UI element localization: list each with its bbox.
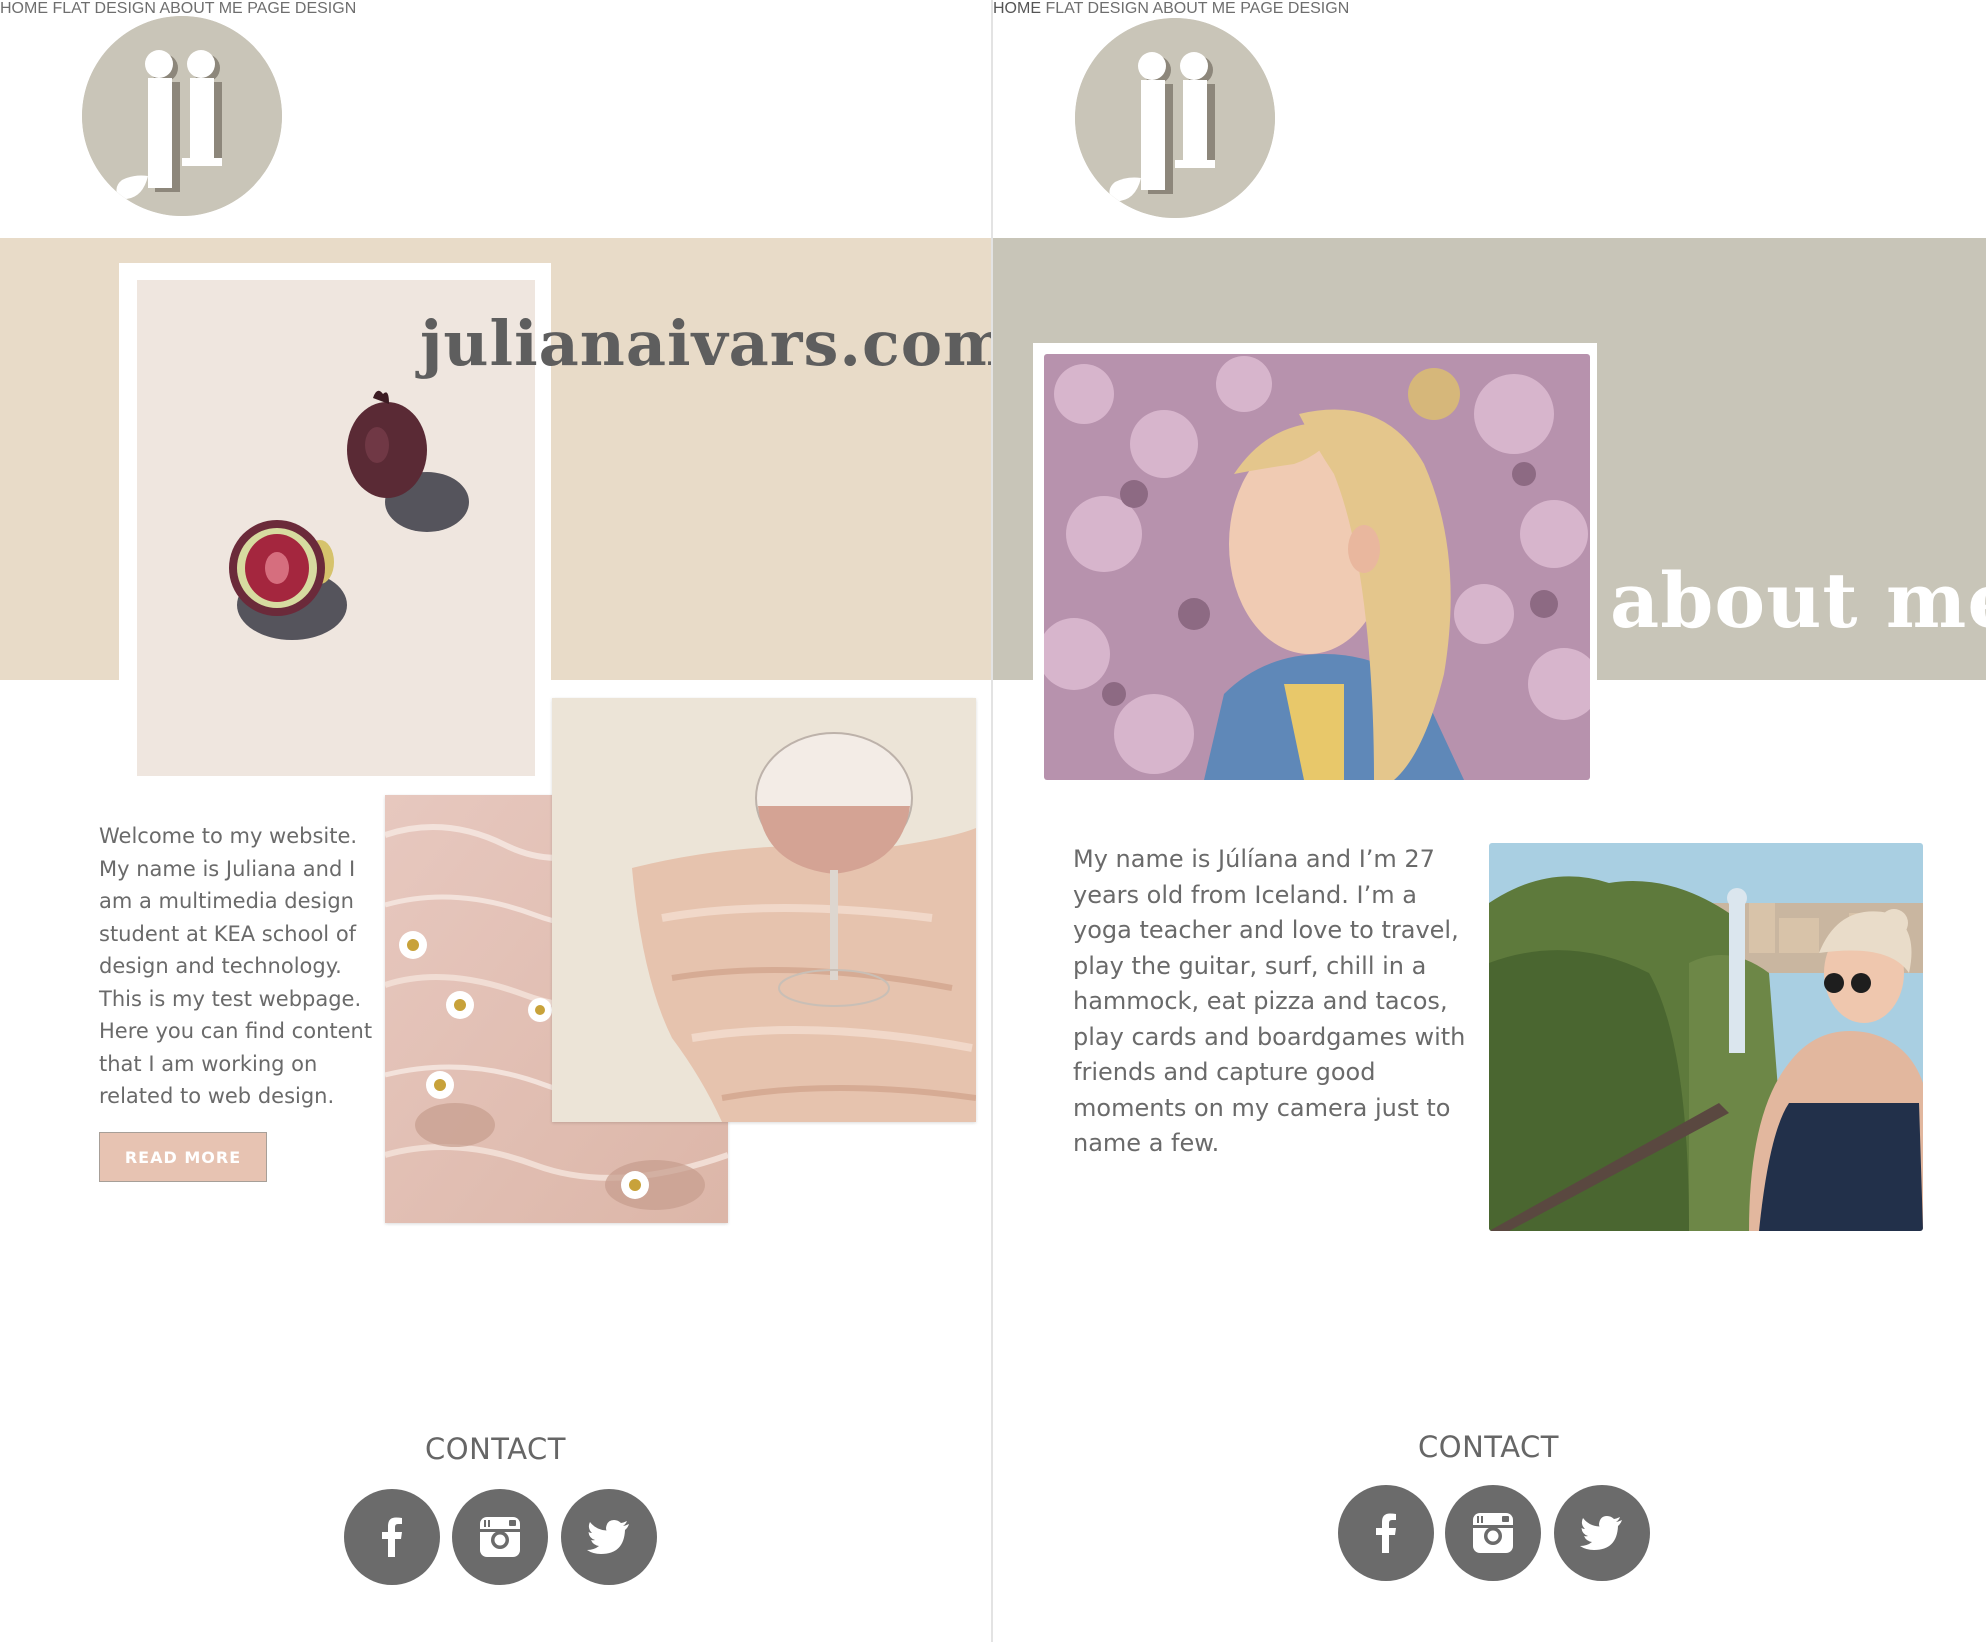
home-page-mockup: HOME FLAT DESIGN ABOUT ME PAGE DESIGN ju… [0,0,993,1642]
about-heading: about me [1610,556,1986,645]
main-nav: HOME FLAT DESIGN ABOUT ME PAGE DESIGN [993,0,1986,18]
site-title: julianaivars.com [420,307,993,380]
travel-photo [1489,843,1923,1231]
instagram-icon[interactable] [452,1489,548,1585]
nav-page-design[interactable]: PAGE DESIGN [247,0,356,17]
logo-monogram-icon [1075,18,1275,218]
nav-home[interactable]: HOME [0,0,48,17]
logo-monogram-icon [82,16,282,216]
about-page-mockup: HOME FLAT DESIGN ABOUT ME PAGE DESIGN ab… [993,0,1986,1642]
contact-heading: CONTACT [1418,1430,1560,1464]
intro-paragraph: Welcome to my website. My name is Julian… [99,824,373,1108]
nav-flat-design[interactable]: FLAT DESIGN [1045,0,1148,17]
contact-heading: CONTACT [425,1432,567,1466]
wine-glass-photo [552,698,976,1122]
portrait-photo [1044,354,1590,780]
instagram-icon[interactable] [1445,1485,1541,1581]
nav-home[interactable]: HOME [993,0,1041,17]
nav-flat-design[interactable]: FLAT DESIGN [52,0,155,17]
facebook-icon[interactable] [344,1489,440,1585]
read-more-button[interactable]: READ MORE [99,1132,267,1182]
twitter-icon[interactable] [561,1489,657,1585]
nav-about-me[interactable]: ABOUT ME [159,0,242,17]
site-logo[interactable] [82,16,282,216]
about-paragraph: My name is Júlíana and I’m 27 years old … [1073,845,1466,1157]
nav-page-design[interactable]: PAGE DESIGN [1240,0,1349,17]
site-logo[interactable] [1075,18,1275,218]
twitter-icon[interactable] [1554,1485,1650,1581]
nav-about-me[interactable]: ABOUT ME [1152,0,1235,17]
facebook-icon[interactable] [1338,1485,1434,1581]
main-nav: HOME FLAT DESIGN ABOUT ME PAGE DESIGN [0,0,993,18]
